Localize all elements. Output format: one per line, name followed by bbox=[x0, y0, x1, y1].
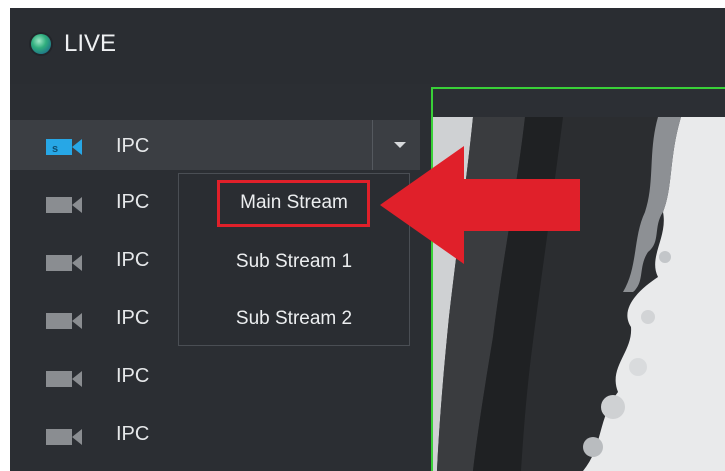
svg-text:s: s bbox=[52, 143, 58, 155]
live-view-app: LIVE s IPC IPC IPC IPC IPC IPC Main Stre… bbox=[10, 8, 725, 471]
channel-item-1[interactable]: s IPC bbox=[10, 120, 420, 170]
stream-dropdown-menu: Main Stream Sub Stream 1 Sub Stream 2 bbox=[178, 173, 410, 346]
channel-label: IPC bbox=[116, 423, 150, 445]
red-arrow-annotation bbox=[380, 146, 580, 264]
top-bar: LIVE bbox=[10, 8, 725, 84]
camera-icon bbox=[46, 371, 82, 387]
channel-item-5[interactable]: IPC bbox=[10, 352, 420, 402]
menu-item-sub-stream-2[interactable]: Sub Stream 2 bbox=[179, 293, 409, 345]
channel-label: IPC bbox=[116, 249, 150, 271]
camera-icon bbox=[46, 197, 82, 213]
channel-label: IPC bbox=[116, 191, 150, 213]
channel-label: IPC bbox=[116, 365, 150, 387]
channel-item-6[interactable]: IPC bbox=[10, 410, 420, 460]
camera-icon bbox=[46, 429, 82, 445]
camera-icon bbox=[46, 255, 82, 271]
camera-icon bbox=[46, 313, 82, 329]
live-status-indicator bbox=[31, 34, 51, 54]
channel-label: IPC bbox=[116, 307, 150, 329]
video-window[interactable] bbox=[431, 87, 725, 471]
page-title: LIVE bbox=[64, 30, 117, 57]
camera-icon: s bbox=[46, 139, 82, 155]
menu-item-sub-stream-1[interactable]: Sub Stream 1 bbox=[179, 236, 409, 288]
highlight-box bbox=[217, 180, 370, 227]
channel-label: IPC bbox=[116, 135, 150, 157]
